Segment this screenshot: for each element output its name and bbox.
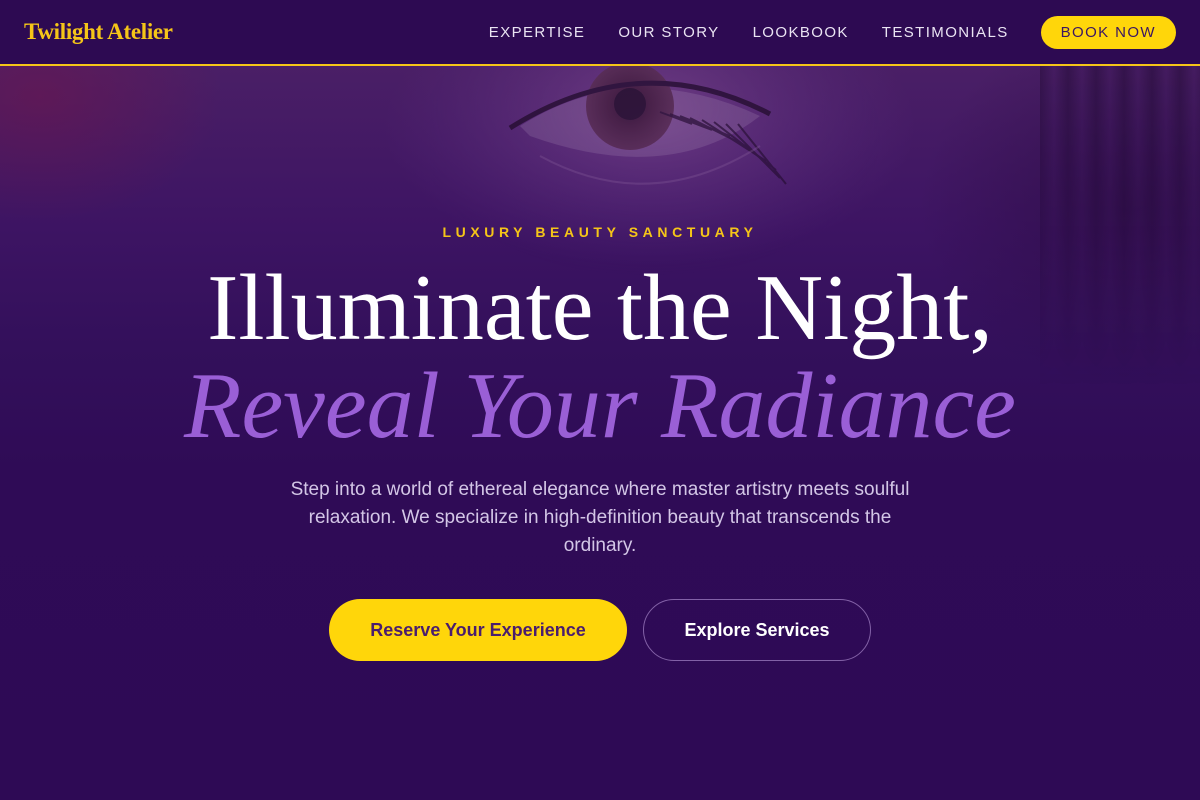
brand-logo[interactable]: Twilight Atelier [24, 19, 173, 45]
site-header: Twilight Atelier EXPERTISE OUR STORY LOO… [0, 0, 1200, 66]
hero-headline-line1: Illuminate the Night, [207, 256, 993, 360]
nav-link-our-story[interactable]: OUR STORY [618, 24, 719, 41]
reserve-experience-button[interactable]: Reserve Your Experience [329, 599, 627, 661]
hero-description: Step into a world of ethereal elegance w… [290, 479, 910, 556]
nav-link-testimonials[interactable]: TESTIMONIALS [882, 24, 1009, 41]
hero-section: LUXURY BEAUTY SANCTUARY Illuminate the N… [0, 66, 1200, 800]
hero-headline-line2: Reveal Your Radiance [184, 354, 1016, 458]
main-nav: EXPERTISE OUR STORY LOOKBOOK TESTIMONIAL… [489, 15, 1176, 49]
explore-services-button[interactable]: Explore Services [643, 599, 871, 661]
nav-link-expertise[interactable]: EXPERTISE [489, 24, 586, 41]
book-now-button[interactable]: BOOK NOW [1040, 15, 1176, 49]
hero-cta-group: Reserve Your Experience Explore Services [0, 599, 1200, 661]
nav-link-lookbook[interactable]: LOOKBOOK [753, 24, 849, 41]
hero-eyebrow: LUXURY BEAUTY SANCTUARY [442, 224, 758, 240]
